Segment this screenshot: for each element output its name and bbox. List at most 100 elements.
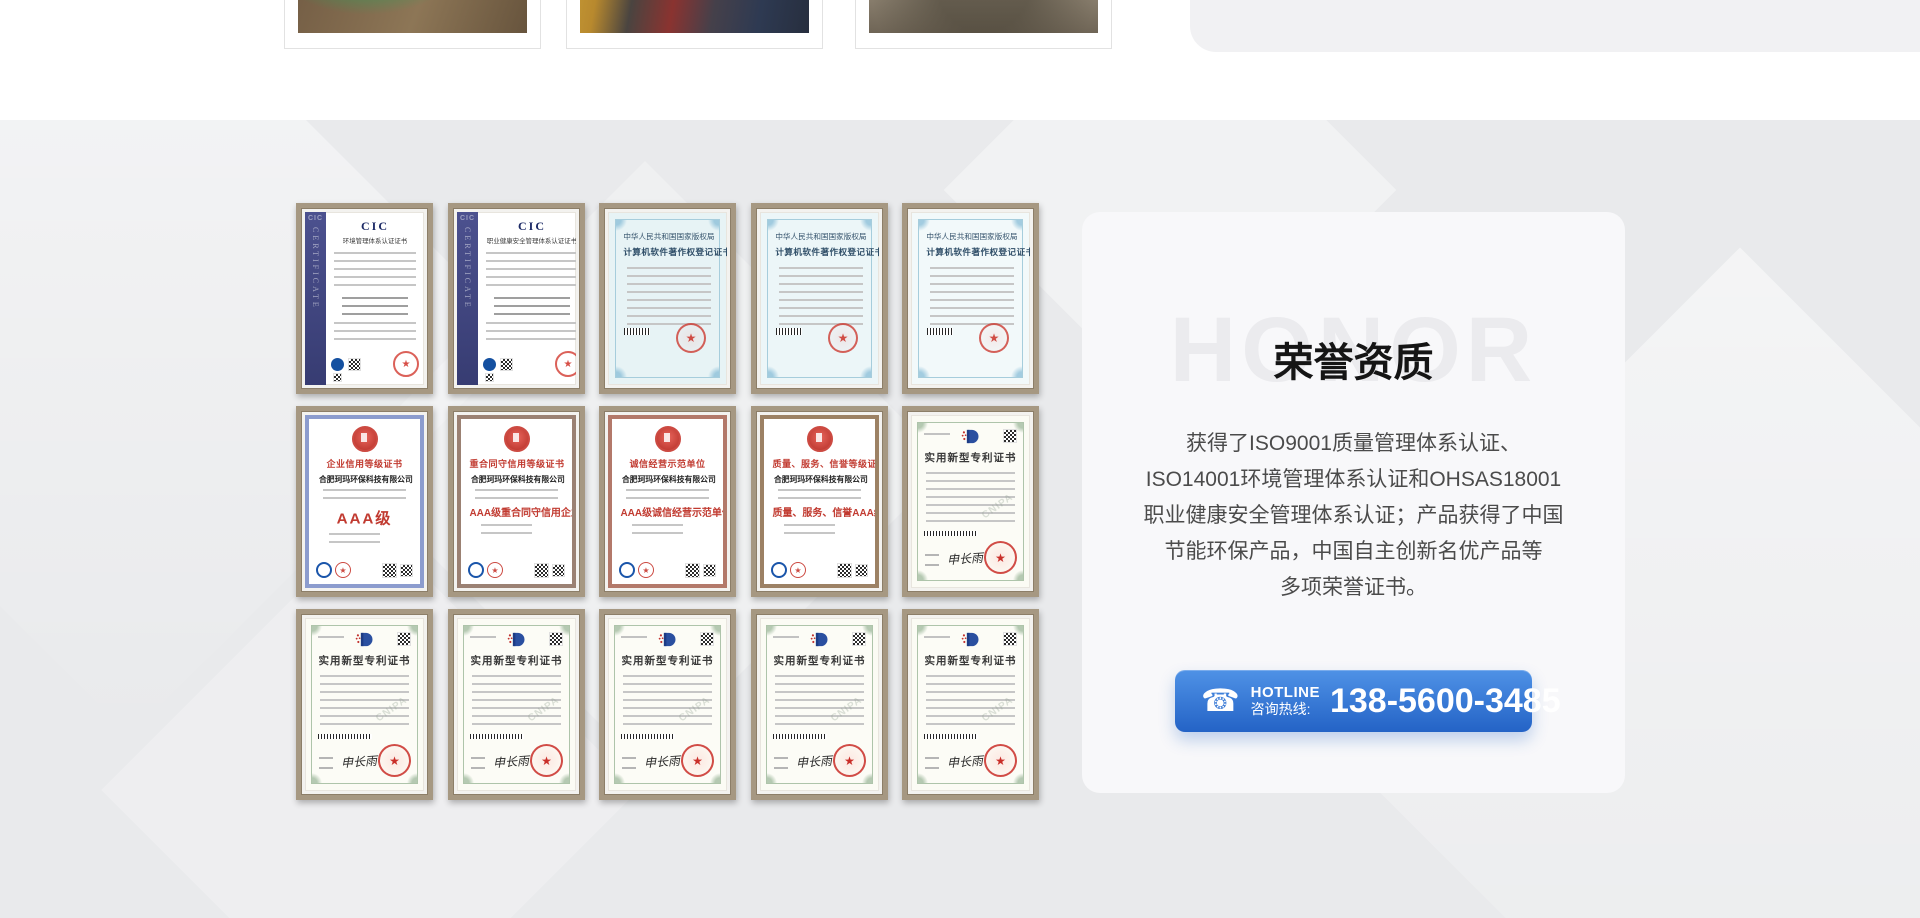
certificate-cic-environment[interactable]: CIC CERTIFICATE CIC 环境管理体系认证证书 ★ [296,203,433,394]
certificate-software-copyright-3[interactable]: 中华人民共和国国家版权局 计算机软件著作权登记证书 ★ [902,203,1039,394]
certificate-body: 中华人民共和国国家版权局 计算机软件著作权登记证书 ★ [767,219,872,378]
project-photo-card-1[interactable] [284,0,541,49]
seal-star-icon: ★ [642,566,649,575]
certificate-body: 实用新型专利证书 CNIPA 申长雨 ★ [766,625,873,784]
certificate-text-lines [627,267,711,331]
red-seal-icon: ★ [393,351,419,377]
certificate-number-line [773,636,799,638]
blue-logo-icon [619,562,635,578]
cic-brand-label: CIC [460,215,475,222]
top-strip [0,0,1920,120]
red-star-seal-icon: ★ [638,562,654,578]
certificate-label-line [774,767,788,769]
certificate-label-line [622,767,636,769]
cic-badge-icon [331,358,344,371]
certificate-text-lines [632,524,683,540]
certificate-paper: 质量、服务、信誉等级证书 合肥珂玛环保科技有限公司 质量、服务、信誉AAA级企业… [760,415,879,588]
certificate-footer: ★ [771,562,868,578]
qr-code-icon [485,373,494,382]
barcode-icon [621,734,675,739]
certificate-text-lines [784,524,835,540]
hotline-button[interactable]: ☎ HOTLINE 咨询热线: 138-5600-3485 [1175,670,1532,732]
certificate-vertical-label: CERTIFICATE [311,227,320,310]
certificate-paper: 重合同守信用等级证书 合肥珂玛环保科技有限公司 AAA级重合同守信用企业 ★ [457,415,576,588]
certificate-title: 实用新型专利证书 [773,653,866,668]
certificate-label-line [622,757,636,759]
certificate-grade: AAA级 [317,506,411,529]
certificate-title: 计算机软件著作权登记证书 [623,245,711,257]
certificate-quality-service-reputation[interactable]: 质量、服务、信誉等级证书 合肥珂玛环保科技有限公司 质量、服务、信誉AAA级企业… [751,406,888,597]
certificate-authority: 中华人民共和国国家版权局 [926,231,1014,241]
certificate-footer: 申长雨 ★ [774,743,866,777]
certificate-label-line [471,767,485,769]
certificate-label-line [471,757,485,759]
certificate-text-lines [930,267,1014,331]
certificate-authority: 中华人民共和国国家版权局 [775,231,863,241]
honor-description-line: ISO14001环境管理体系认证和OHSAS18001 [1106,462,1601,498]
commissioner-signature: 申长雨 [795,752,832,771]
project-photo-card-2[interactable] [566,0,823,49]
honor-card: HONOR 荣誉资质 获得了ISO9001质量管理体系认证、 ISO14001环… [1082,212,1625,793]
certificate-footer: ★ [331,351,420,379]
certificate-body: 实用新型专利证书 CNIPA 申长雨 ★ [463,625,570,784]
certificate-grade: AAA级诚信经营示范单位 [620,505,714,519]
certificate-title: 实用新型专利证书 [924,653,1017,668]
certificate-paper: 中华人民共和国国家版权局 计算机软件著作权登记证书 ★ [911,212,1030,385]
certificate-grade: 质量、服务、信誉AAA级企业 [772,505,866,519]
certificate-contract-trustworthy[interactable]: 重合同守信用等级证书 合肥珂玛环保科技有限公司 AAA级重合同守信用企业 ★ [448,406,585,597]
red-seal-icon: ★ [555,351,576,377]
certificate-body: 中华人民共和国国家版权局 计算机软件著作权登记证书 ★ [615,219,720,378]
barcode-icon [776,328,802,335]
certificate-text-lines [486,252,576,292]
qr-code-icon [500,358,513,371]
qr-code-icon [703,564,716,577]
certificate-utility-patent-3[interactable]: 实用新型专利证书 CNIPA 申长雨 ★ [448,609,585,800]
cic-badge-icon [483,358,496,371]
certificate-utility-patent-5[interactable]: 实用新型专利证书 CNIPA 申长雨 ★ [751,609,888,800]
certificate-utility-patent-6[interactable]: 实用新型专利证书 CNIPA 申长雨 ★ [902,609,1039,800]
qr-code-icon [397,632,411,646]
certificate-enterprise-credit[interactable]: 企业信用等级证书 合肥珂玛环保科技有限公司 AAA级 ★ [296,406,433,597]
honor-section-title: 荣誉资质 [1082,330,1625,388]
seal-star-icon: ★ [541,754,552,768]
certificate-utility-patent-1[interactable]: 实用新型专利证书 CNIPA 申长雨 ★ [902,406,1039,597]
certificate-text-lines [323,489,406,501]
seal-star-icon: ★ [491,566,498,575]
hotline-label-en: HOTLINE [1251,684,1320,701]
certificate-software-copyright-2[interactable]: 中华人民共和国国家版权局 计算机软件著作权登记证书 ★ [751,203,888,394]
barcode-icon [318,734,372,739]
certificate-body: 实用新型专利证书 CNIPA 申长雨 ★ [917,625,1024,784]
certificate-utility-patent-4[interactable]: 实用新型专利证书 CNIPA 申长雨 ★ [599,609,736,800]
project-photo-card-3[interactable] [855,0,1112,49]
certificate-integrity-demo-unit[interactable]: 诚信经营示范单位 合肥珂玛环保科技有限公司 AAA级诚信经营示范单位 ★ [599,406,736,597]
certificate-footer: 申长雨 ★ [925,540,1017,574]
blue-logo-icon [316,562,332,578]
red-star-seal-icon: ★ [487,562,503,578]
qr-code-icon [852,632,866,646]
cic-logo: CIC [483,219,576,234]
certificate-paper: 实用新型专利证书 CNIPA 申长雨 ★ [608,618,727,791]
seal-star-icon: ★ [389,754,400,768]
seal-star-icon: ★ [402,359,411,370]
commissioner-signature: 申长雨 [946,752,983,771]
qr-code-icon [534,563,549,578]
certificate-text-lines [494,297,570,317]
certificate-company: 合肥珂玛环保科技有限公司 [622,473,713,484]
cnipa-logo-icon [810,632,830,652]
certificate-title: 重合同守信用等级证书 [469,456,563,469]
certificate-text-lines [486,322,576,346]
seal-star-icon: ★ [692,754,703,768]
qr-code-icon [700,632,714,646]
certificate-software-copyright-1[interactable]: 中华人民共和国国家版权局 计算机软件著作权登记证书 ★ [599,203,736,394]
phone-icon: ☎ [1201,686,1240,717]
project-photo-3 [869,0,1098,33]
seal-star-icon: ★ [844,754,855,768]
certificate-body: CIC 环境管理体系认证证书 ★ [326,212,424,385]
red-seal-icon: ★ [530,744,563,777]
qr-code-icon [1003,632,1017,646]
blue-logo-icon [771,562,787,578]
cnipa-logo-icon [355,632,375,652]
certificate-paper: 实用新型专利证书 CNIPA 申长雨 ★ [911,415,1030,588]
certificate-cic-ohs[interactable]: CIC CERTIFICATE CIC 职业健康安全管理体系认证证书 ★ [448,203,585,394]
certificate-utility-patent-2[interactable]: 实用新型专利证书 CNIPA 申长雨 ★ [296,609,433,800]
